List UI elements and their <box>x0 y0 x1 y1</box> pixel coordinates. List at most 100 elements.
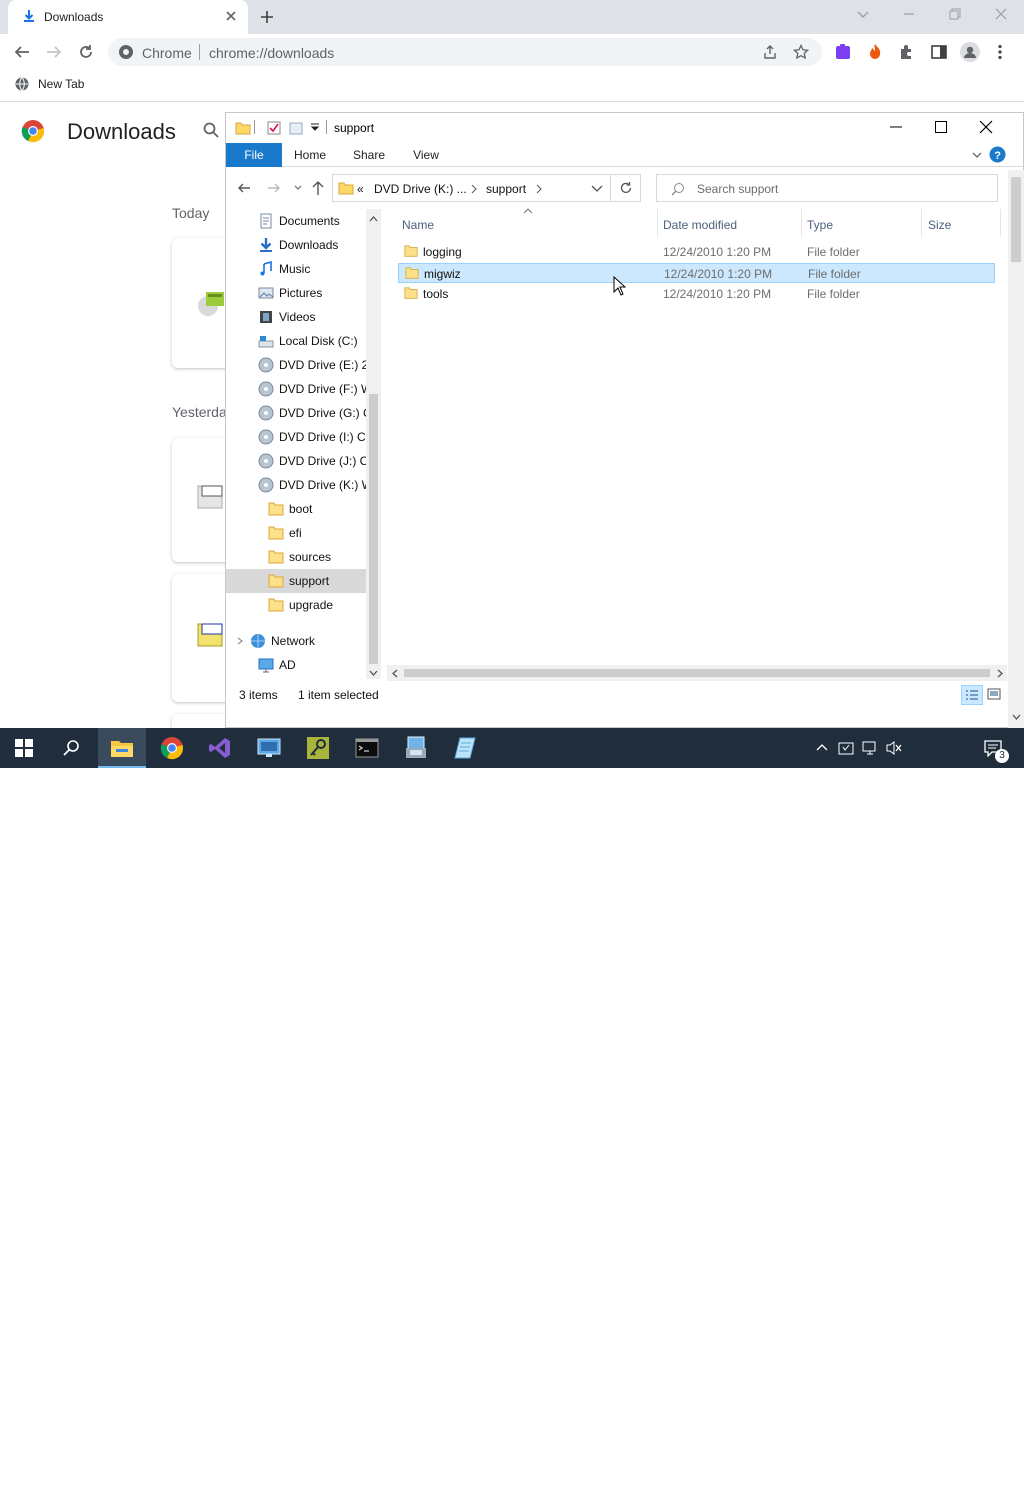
start-button[interactable] <box>0 728 48 768</box>
taskbar-command-prompt[interactable] <box>343 728 391 768</box>
menu-kebab-icon[interactable] <box>997 44 1003 60</box>
breadcrumb-folder[interactable]: support <box>486 182 526 196</box>
nav-item-efi[interactable]: efi <box>226 521 366 545</box>
column-divider[interactable] <box>801 209 802 237</box>
search-button[interactable] <box>48 728 96 768</box>
tab-search-icon[interactable] <box>855 6 871 22</box>
refresh-button[interactable] <box>611 174 641 202</box>
nav-item-dvd-drive-i-cc[interactable]: DVD Drive (I:) CC <box>226 425 366 449</box>
nav-item-dvd-drive-k-w[interactable]: DVD Drive (K:) W <box>226 473 366 497</box>
nav-item-dvd-drive-f-w[interactable]: DVD Drive (F:) W <box>226 377 366 401</box>
file-row-logging[interactable]: logging 12/24/2010 1:20 PM File folder <box>398 242 995 262</box>
help-icon[interactable]: ? <box>989 146 1006 163</box>
nav-item-sources[interactable]: sources <box>226 545 366 569</box>
breadcrumb-chevron-icon[interactable] <box>535 184 543 194</box>
breadcrumb-chevron-icon[interactable] <box>470 184 478 194</box>
reload-icon[interactable] <box>77 43 95 61</box>
security-tray-icon[interactable] <box>838 740 854 756</box>
properties-icon[interactable] <box>266 120 282 136</box>
recent-locations-icon[interactable] <box>293 183 303 193</box>
nav-item-upgrade[interactable]: upgrade <box>226 593 366 617</box>
minimize-icon[interactable] <box>889 120 903 134</box>
page-scrollbar-thumb[interactable] <box>1011 177 1021 262</box>
bookmark-new-tab[interactable]: New Tab <box>14 76 84 92</box>
scroll-right-icon[interactable] <box>996 669 1004 678</box>
close-tab-icon[interactable] <box>224 9 238 23</box>
taskbar-file-explorer[interactable] <box>98 728 146 768</box>
network-tray-icon[interactable] <box>862 740 878 756</box>
file-row-tools[interactable]: tools 12/24/2010 1:20 PM File folder <box>398 284 995 304</box>
customize-qat-icon[interactable] <box>310 122 320 132</box>
profile-avatar-icon[interactable] <box>960 42 980 62</box>
expand-ribbon-icon[interactable] <box>971 149 983 161</box>
search-icon[interactable] <box>203 122 219 138</box>
taskbar-chrome[interactable] <box>148 728 196 768</box>
volume-muted-icon[interactable] <box>885 740 903 756</box>
close-icon[interactable] <box>979 120 993 134</box>
new-tab-button[interactable] <box>258 8 276 26</box>
taskbar-setup-app[interactable] <box>392 728 440 768</box>
show-hidden-icons-icon[interactable] <box>816 742 828 752</box>
back-icon[interactable] <box>13 44 31 60</box>
tab-home[interactable]: Home <box>286 143 334 167</box>
taskbar-visual-studio[interactable] <box>196 728 244 768</box>
column-divider[interactable] <box>921 209 922 237</box>
nav-item-music[interactable]: Music <box>226 257 366 281</box>
tab-share[interactable]: Share <box>344 143 394 167</box>
column-divider[interactable] <box>1000 209 1001 237</box>
column-header-type[interactable]: Type <box>807 218 833 232</box>
expand-arrow-icon[interactable] <box>236 637 244 645</box>
scroll-down-icon[interactable] <box>369 669 378 677</box>
nav-item-downloads[interactable]: Downloads <box>226 233 366 257</box>
up-arrow-icon[interactable] <box>311 180 325 196</box>
clock[interactable]: 12:14 AM 1/13/2023 <box>904 1460 968 1492</box>
back-arrow-icon[interactable] <box>237 181 251 195</box>
share-icon[interactable] <box>762 44 778 60</box>
nav-item-boot[interactable]: boot <box>226 497 366 521</box>
nav-item-support[interactable]: support <box>226 569 366 593</box>
column-header-name[interactable]: Name <box>402 218 434 232</box>
details-view-button[interactable] <box>961 685 983 705</box>
new-folder-icon[interactable] <box>288 120 304 136</box>
page-scroll-down-icon[interactable] <box>1012 713 1021 721</box>
nav-item-ad[interactable]: AD <box>226 653 366 677</box>
breadcrumb-drive[interactable]: DVD Drive (K:) ... <box>374 182 467 196</box>
column-divider[interactable] <box>657 209 658 237</box>
forward-icon[interactable] <box>45 44 63 60</box>
large-icons-view-icon[interactable] <box>987 688 1001 700</box>
nav-item-dvd-drive-e-20[interactable]: DVD Drive (E:) 20 <box>226 353 366 377</box>
omnibox[interactable]: Chrome chrome://downloads <box>108 38 822 66</box>
column-header-size[interactable]: Size <box>928 218 951 232</box>
close-window-icon[interactable] <box>993 6 1009 22</box>
search-box[interactable]: Search support <box>656 174 998 202</box>
nav-scrollbar-thumb[interactable] <box>369 394 378 664</box>
nav-item-documents[interactable]: Documents <box>226 209 366 233</box>
nav-item-network[interactable]: Network <box>226 629 366 653</box>
side-panel-icon[interactable] <box>930 43 948 61</box>
nav-item-local-disk-c[interactable]: Local Disk (C:) <box>226 329 366 353</box>
bookmark-star-icon[interactable] <box>793 44 809 60</box>
extension-puzzle-purple-icon[interactable] <box>834 43 852 61</box>
restore-icon[interactable] <box>947 6 963 22</box>
nav-item-dvd-drive-g-c[interactable]: DVD Drive (G:) C <box>226 401 366 425</box>
scroll-left-icon[interactable] <box>391 669 399 678</box>
url-text[interactable]: chrome://downloads <box>209 45 334 61</box>
extensions-icon[interactable] <box>898 43 916 61</box>
tab-view[interactable]: View <box>404 143 448 167</box>
forward-arrow-icon[interactable] <box>267 181 281 195</box>
address-history-icon[interactable] <box>591 184 603 194</box>
maximize-icon[interactable] <box>934 120 948 134</box>
taskbar-notepad[interactable] <box>441 728 489 768</box>
column-header-date[interactable]: Date modified <box>663 218 737 232</box>
taskbar-remote-desktop[interactable] <box>245 728 293 768</box>
horizontal-scrollbar-thumb[interactable] <box>404 669 990 677</box>
file-row-migwiz[interactable]: migwiz 12/24/2010 1:20 PM File folder <box>398 263 995 283</box>
tab-file[interactable]: File <box>226 143 282 167</box>
breadcrumb-overflow[interactable]: « <box>357 182 364 196</box>
nav-item-videos[interactable]: Videos <box>226 305 366 329</box>
tab-downloads[interactable]: Downloads <box>8 0 248 34</box>
nav-item-dvd-drive-j-cc[interactable]: DVD Drive (J:) CC <box>226 449 366 473</box>
scroll-up-icon[interactable] <box>369 215 378 223</box>
taskbar-keys-app[interactable] <box>294 728 342 768</box>
extension-fire-icon[interactable] <box>866 43 884 61</box>
